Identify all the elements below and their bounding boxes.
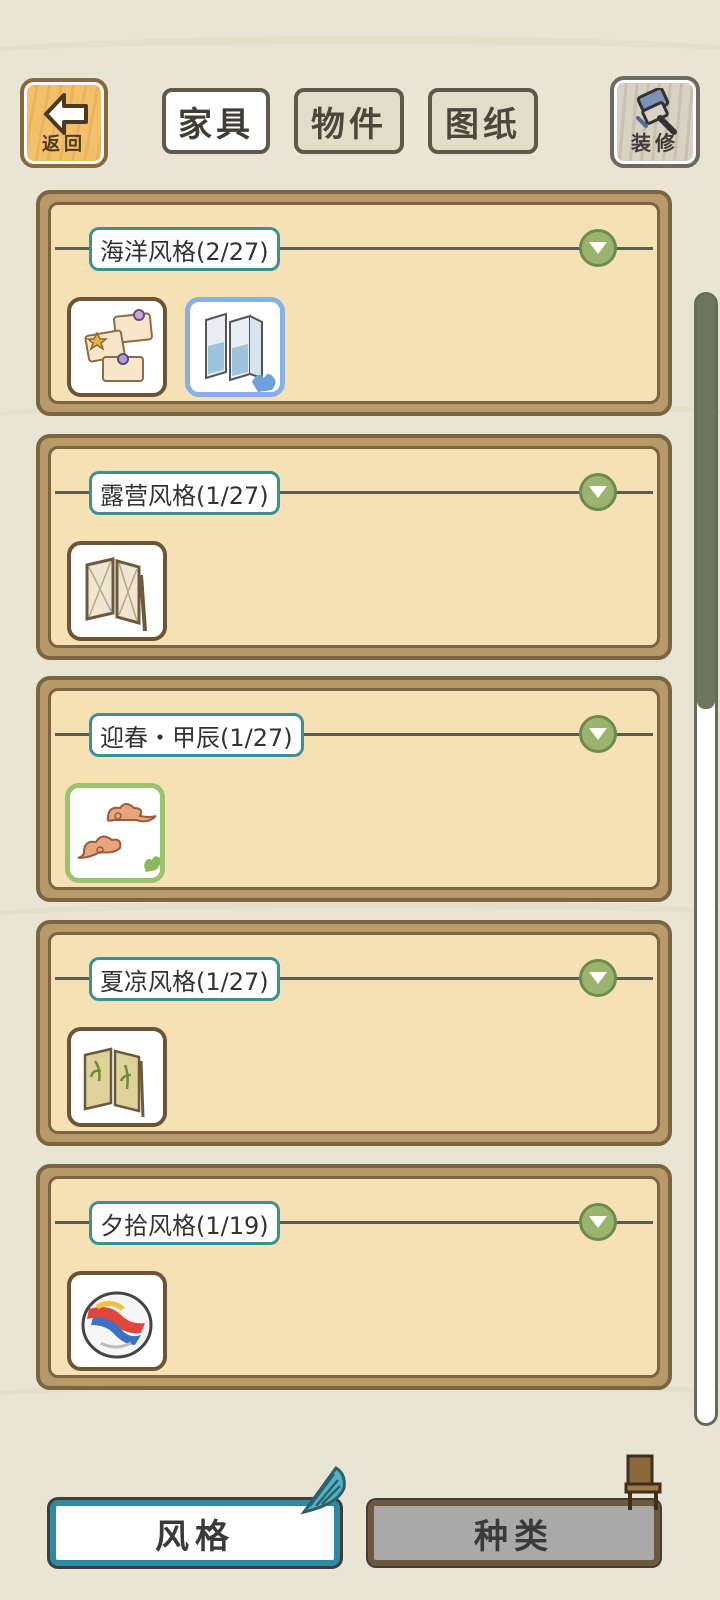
clouds-icon	[77, 803, 161, 872]
chair-icon	[624, 1454, 662, 1510]
tab-blueprints[interactable]: 图纸	[428, 88, 538, 154]
style-button[interactable]: 风格	[50, 1466, 346, 1566]
decorate-button[interactable]: 装修	[610, 76, 700, 168]
folding-screen-sea-icon	[205, 312, 276, 392]
group-panel-camp: 露营风格(1/27)	[36, 434, 672, 660]
group-title: 夏凉风格(1/27)	[89, 957, 280, 1001]
kind-button[interactable]: 种类	[368, 1454, 662, 1566]
group-panel-summer: 夏凉风格(1/27)	[36, 920, 672, 1146]
marble-icon	[81, 1291, 153, 1359]
shell-icon	[300, 1466, 346, 1515]
style-label: 风格	[155, 1516, 235, 1557]
item-clouds[interactable]	[65, 783, 165, 883]
item-folding-screen-camp[interactable]	[67, 541, 167, 641]
tab-furniture[interactable]: 家具	[162, 88, 270, 154]
item-memo-notes[interactable]	[67, 297, 167, 397]
chevron-down-icon[interactable]	[579, 473, 617, 511]
item-marble[interactable]	[67, 1271, 167, 1371]
group-title: 夕拾风格(1/19)	[89, 1201, 280, 1245]
chevron-down-icon[interactable]	[579, 959, 617, 997]
kind-label: 种类	[474, 1516, 554, 1557]
group-panel-spring: 迎春・甲辰(1/27)	[36, 676, 672, 902]
group-title: 迎春・甲辰(1/27)	[89, 713, 304, 757]
back-label: 返回	[42, 134, 86, 155]
item-folding-screen-bamboo[interactable]	[67, 1027, 167, 1127]
group-panel-dusk: 夕拾风格(1/19)	[36, 1164, 672, 1390]
memo-notes-icon	[84, 309, 153, 382]
scrollbar-thumb[interactable]	[697, 295, 715, 709]
item-folding-screen-sea[interactable]	[185, 297, 285, 397]
chevron-down-icon[interactable]	[579, 1203, 617, 1241]
group-title: 露营风格(1/27)	[89, 471, 280, 515]
scrollbar[interactable]	[694, 292, 718, 1426]
group-panel-sea: 海洋风格(2/27)	[36, 190, 672, 416]
chevron-down-icon[interactable]	[579, 715, 617, 753]
tab-objects[interactable]: 物件	[294, 88, 404, 154]
folding-screen-camp-icon	[85, 557, 147, 632]
chevron-down-icon[interactable]	[579, 229, 617, 267]
decorate-label: 装修	[631, 131, 679, 155]
back-button[interactable]: 返回	[20, 78, 108, 168]
group-title: 海洋风格(2/27)	[89, 227, 280, 271]
folding-screen-bamboo-icon	[83, 1047, 145, 1118]
